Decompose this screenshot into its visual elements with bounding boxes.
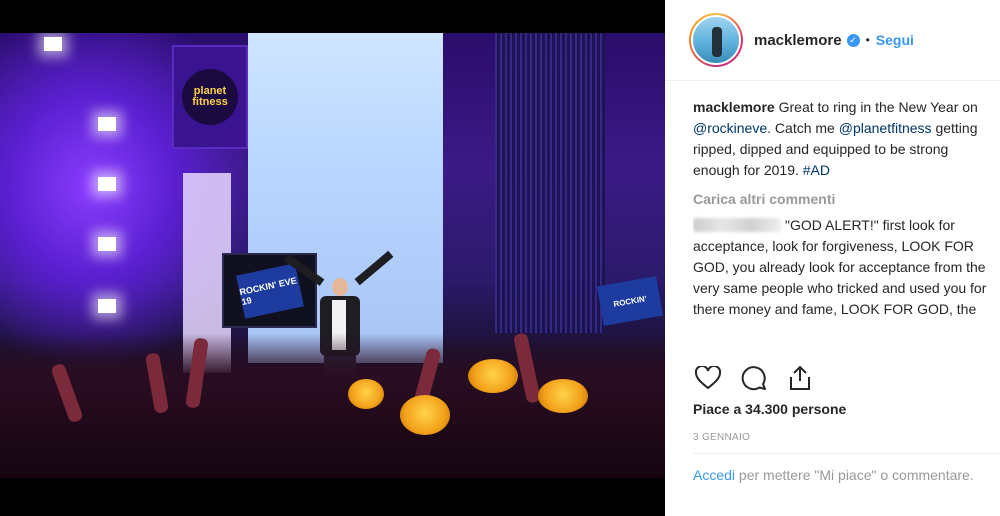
caption-text: . Catch me <box>767 120 839 136</box>
post-side-panel: macklemore ✓ • Segui macklemore Great to… <box>665 0 1000 516</box>
comment-item: "GOD ALERT!" first look for acceptance, … <box>693 215 998 320</box>
login-prompt-text: per mettere "Mi piace" o commentare. <box>735 467 974 483</box>
comments-list[interactable]: macklemore Great to ring in the New Year… <box>693 97 998 347</box>
stage-light <box>98 117 116 131</box>
post-photo: planet fitness ROCKIN' EVE 19 ROCKIN' <box>0 33 665 478</box>
login-prompt: Accedi per mettere "Mi piace" o commenta… <box>693 465 993 486</box>
share-icon[interactable] <box>785 363 815 393</box>
author-username[interactable]: macklemore <box>754 32 842 49</box>
post-header: macklemore ✓ • Segui <box>665 0 1000 81</box>
likes-count[interactable]: Piace a 34.300 persone <box>693 401 846 417</box>
divider <box>693 453 1000 454</box>
glow-hat <box>400 395 450 435</box>
glow-hat <box>348 379 384 409</box>
blurred-username <box>693 218 781 232</box>
mention-link[interactable]: @planetfitness <box>839 120 932 136</box>
planet-fitness-logo: planet fitness <box>182 69 238 125</box>
load-more-comments-button[interactable]: Carica altri commenti <box>693 189 998 210</box>
stage-light <box>98 177 116 191</box>
verified-badge-icon: ✓ <box>846 33 860 47</box>
comment-icon[interactable] <box>739 363 769 393</box>
caption: macklemore Great to ring in the New Year… <box>693 97 998 181</box>
separator-dot: • <box>865 33 870 47</box>
comment-text: "GOD ALERT!" first look for acceptance, … <box>693 217 987 317</box>
hashtag-link[interactable]: #AD <box>803 162 830 178</box>
rockin-eve-logo: ROCKIN' EVE 19 <box>235 262 304 319</box>
stage-light <box>98 299 116 313</box>
post-photo-pane: planet fitness ROCKIN' EVE 19 ROCKIN' <box>0 0 665 516</box>
caption-username[interactable]: macklemore <box>693 99 775 115</box>
avatar[interactable] <box>689 13 743 67</box>
post-actions <box>693 360 831 396</box>
heart-icon[interactable] <box>693 363 723 393</box>
rockin-sign-crowd: ROCKIN' <box>596 276 664 326</box>
stage-light <box>44 37 62 51</box>
glow-hat <box>468 359 518 393</box>
login-link[interactable]: Accedi <box>693 467 735 483</box>
stage-light <box>98 237 116 251</box>
follow-button[interactable]: Segui <box>876 32 914 48</box>
planet-fitness-sign: planet fitness <box>172 45 248 149</box>
led-wall <box>495 33 605 333</box>
post-date: 3 GENNAIO <box>693 432 751 443</box>
caption-text: Great to ring in the New Year on <box>778 99 978 115</box>
mention-link[interactable]: @rockineve <box>693 120 767 136</box>
glow-hat <box>538 379 588 413</box>
